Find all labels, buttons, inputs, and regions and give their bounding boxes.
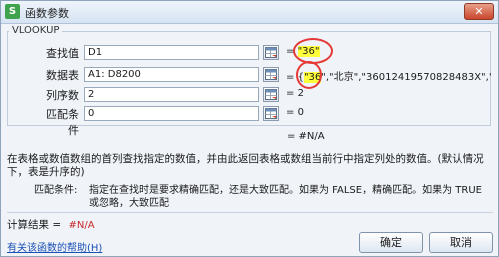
equals-sign: = [286,72,295,83]
lookup-value-label: 查找值 [46,47,79,60]
match-type-input[interactable]: 0 [84,106,259,121]
function-help-link[interactable]: 有关该函数的帮助(H) [7,239,102,254]
formula-overall-result: = #N/A [287,131,325,142]
range-picker-icon [265,69,277,80]
column-index-range-picker-button[interactable] [263,87,279,102]
table-array-range-picker-button[interactable] [263,67,279,82]
match-type-result: = 0 [286,107,304,118]
calculation-result-value: #N/A [68,220,95,231]
equals-sign: = [286,88,295,99]
ok-button[interactable]: 确定 [359,232,423,253]
function-arguments-dialog: S 函数参数 ✕ VLOOKUP 查找值 D1 = "36" 数据表 A1: D… [0,0,499,257]
title-bar: S 函数参数 ✕ [1,1,498,24]
column-index-label: 列序数 [46,89,79,102]
annotation-circle-table-result [296,61,322,89]
parameter-description-text: 指定在查找时是要求精确匹配，还是大致匹配。如果为 FALSE，精确匹配。如果为 … [89,185,482,209]
column-index-input[interactable]: 2 [84,87,259,102]
dialog-title: 函数参数 [25,7,69,20]
column-index-result-text: 2 [297,88,304,99]
column-index-result: = 2 [286,88,304,99]
range-picker-icon [265,47,277,58]
divider [7,212,493,213]
calculation-result: 计算结果 = #N/A [7,217,95,232]
range-picker-icon [265,108,277,119]
range-picker-icon [265,89,277,100]
app-logo-icon: S [5,4,20,19]
lookup-value-range-picker-button[interactable] [263,45,279,60]
match-type-range-picker-button[interactable] [263,106,279,121]
match-type-result-text: 0 [297,107,304,118]
cancel-button[interactable]: 取消 [429,232,493,253]
match-type-label: 匹配条件 [46,108,79,137]
function-name-label: VLOOKUP [9,25,63,36]
parameter-description-name: 匹配条件: [34,185,78,196]
equals-sign: = [286,107,295,118]
table-array-label: 数据表 [46,69,79,82]
table-array-input[interactable]: A1: D8200 [84,67,259,82]
annotation-circle-lookup-result [293,38,333,64]
lookup-value-input[interactable]: D1 [84,45,259,60]
calculation-result-label: 计算结果 = [7,219,62,231]
table-array-result-rest: ","北京","36012419570828483X","36"… [321,72,491,83]
function-description: 在表格或数值数组的首列查找指定的数值，并由此返回表格或数组当前行中指定列处的数值… [7,153,484,178]
close-button[interactable]: ✕ [464,3,494,20]
